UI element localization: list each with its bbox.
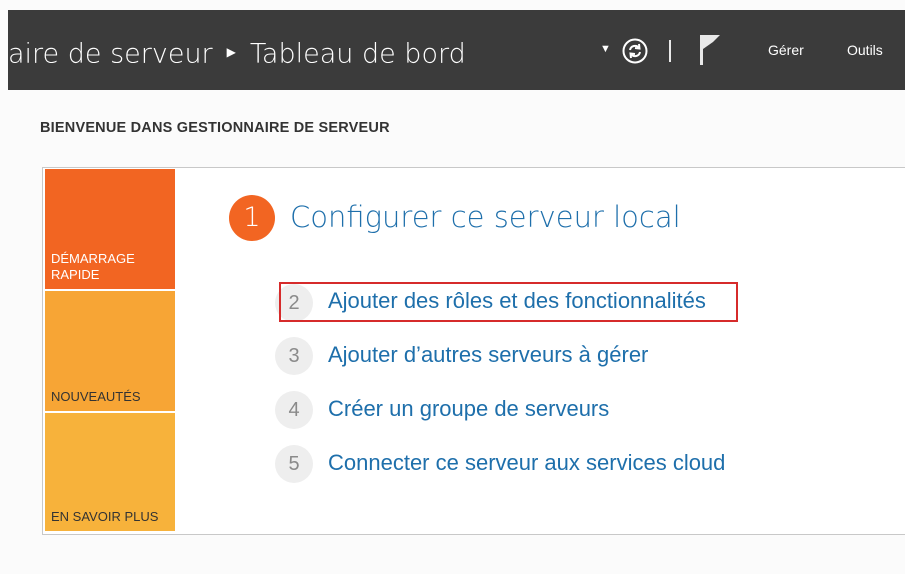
header-bar: aire de serveur ▶ Tableau de bord ▼ Gérer … (8, 10, 905, 90)
tile-label: EN SAVOIR PLUS (51, 509, 159, 524)
menu-manage[interactable]: Gérer (768, 42, 804, 58)
breadcrumb-page: Tableau de bord (249, 38, 466, 70)
flag-icon[interactable] (698, 33, 722, 67)
chevron-right-icon: ▶ (226, 45, 236, 59)
breadcrumb: aire de serveur ▶ Tableau de bord (8, 36, 466, 74)
highlight-box (279, 282, 738, 322)
step-number-badge: 3 (275, 337, 313, 375)
breadcrumb-app[interactable]: aire de serveur (8, 39, 213, 70)
menu-tools[interactable]: Outils (847, 42, 883, 58)
tile-label: DÉMARRAGE RAPIDE (51, 251, 135, 282)
step-number-badge: 4 (275, 391, 313, 429)
tile-label: NOUVEAUTÉS (51, 389, 141, 404)
header-divider (669, 40, 671, 62)
connect-cloud-services-link[interactable]: Connecter ce serveur aux services cloud (328, 450, 725, 476)
tile-quick-start[interactable]: DÉMARRAGE RAPIDE (45, 169, 175, 289)
configure-local-server-link[interactable]: Configurer ce serveur local (290, 200, 681, 234)
server-manager-window: aire de serveur ▶ Tableau de bord ▼ Gérer … (0, 0, 905, 574)
create-server-group-link[interactable]: Créer un groupe de serveurs (328, 396, 609, 422)
step-number-badge: 1 (229, 195, 275, 241)
tile-whats-new[interactable]: NOUVEAUTÉS (45, 291, 175, 411)
tile-learn-more[interactable]: EN SAVOIR PLUS (45, 413, 175, 531)
add-other-servers-link[interactable]: Ajouter d’autres serveurs à gérer (328, 342, 648, 368)
step-number-badge: 5 (275, 445, 313, 483)
refresh-icon[interactable] (622, 38, 648, 64)
welcome-title: BIENVENUE DANS GESTIONNAIRE DE SERVEUR (40, 120, 390, 136)
caret-down-icon[interactable]: ▼ (600, 43, 611, 55)
